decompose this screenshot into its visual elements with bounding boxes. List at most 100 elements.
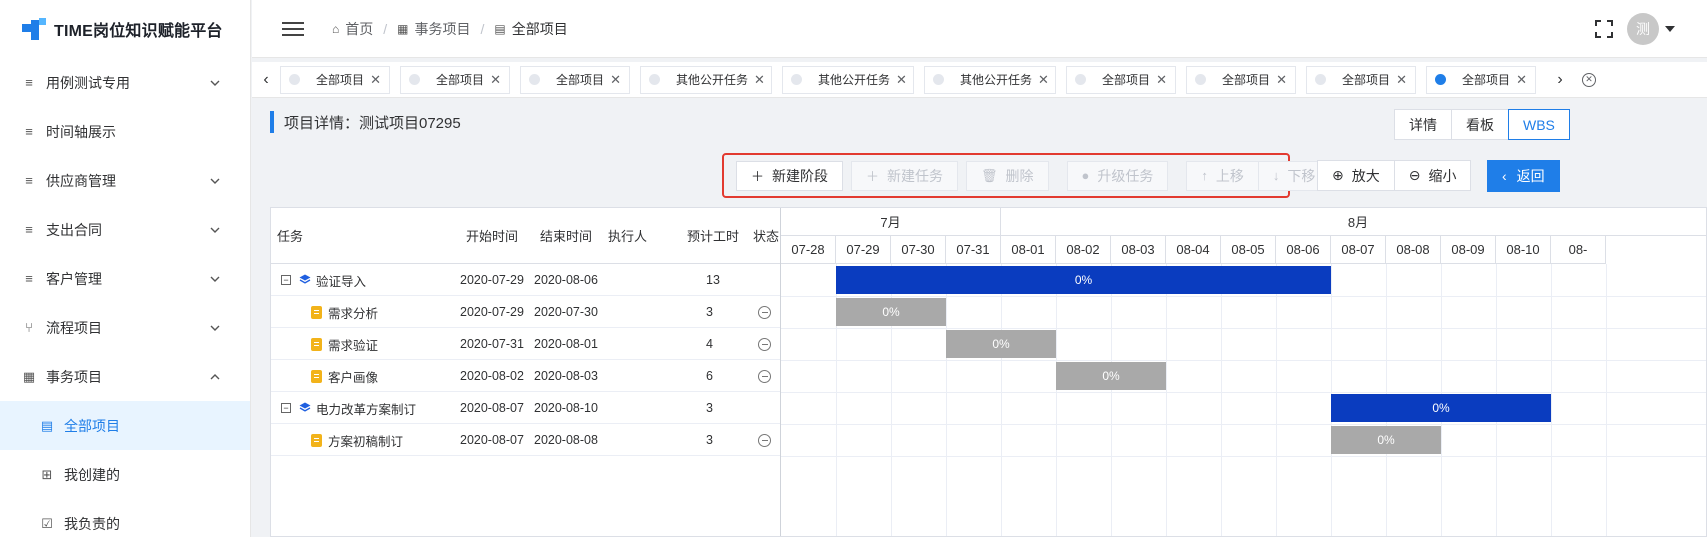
tab[interactable]: 全部项目 ✕ <box>520 65 630 94</box>
close-icon[interactable]: ✕ <box>1156 72 1167 88</box>
timeline-day: 08-02 <box>1056 236 1111 264</box>
grid-line <box>1276 264 1277 536</box>
grid-body: − 验证导入 2020-07-29 2020-08-06 13 需求分析 2020-07-2… <box>271 264 780 456</box>
tab-list: 全部项目 ✕ 全部项目 ✕ 全部项目 ✕ 其他公开任务 ✕ 其他公开任务 ✕ 其他公开任务 ✕ 全部项目… <box>280 65 1546 94</box>
view-kanban-button[interactable]: 看板 <box>1451 109 1509 140</box>
tab[interactable]: 全部项目 ✕ <box>1426 65 1536 94</box>
delete-button[interactable]: 🗑 删除 <box>966 160 1049 191</box>
sidebar-item-label: 流程项目 <box>46 319 102 336</box>
timeline-day: 08-05 <box>1221 236 1276 264</box>
tab[interactable]: 其他公开任务 ✕ <box>924 65 1056 94</box>
zoom-in-button[interactable]: ⊕ 放大 <box>1317 160 1395 191</box>
close-icon[interactable]: ✕ <box>1516 72 1527 88</box>
sidebar-item[interactable]: ≡ 用例测试专用 <box>0 58 250 107</box>
tab-label: 其他公开任务 <box>960 73 1033 87</box>
back-label: 返回 <box>1516 168 1545 184</box>
tab-scroll-left-icon[interactable]: ‹ <box>252 62 280 98</box>
plus-icon: ＋ <box>866 169 880 184</box>
close-icon[interactable]: ✕ <box>1276 72 1287 88</box>
table-row[interactable]: 需求验证 2020-07-31 2020-08-01 4 <box>271 328 780 360</box>
list-icon: ≡ <box>25 124 33 139</box>
table-row[interactable]: − 电力改革方案制订 2020-08-07 2020-08-10 3 <box>271 392 780 424</box>
tab[interactable]: 其他公开任务 ✕ <box>640 65 772 94</box>
task-bar[interactable]: 0% <box>1331 426 1441 454</box>
tab[interactable]: 其他公开任务 ✕ <box>782 65 914 94</box>
sidebar-subitem-label: 我负责的 <box>64 515 120 532</box>
grid-header: 任务 开始时间 结束时间 执行人 预计工时 状态 <box>271 208 780 264</box>
avatar[interactable]: 测 <box>1627 12 1659 45</box>
task-bar[interactable]: 0% <box>946 330 1056 358</box>
layers-icon <box>299 274 311 284</box>
grid-line <box>781 296 1706 297</box>
back-button[interactable]: ‹ 返回 <box>1487 160 1560 192</box>
task-bar[interactable]: 0% <box>836 298 946 326</box>
tab[interactable]: 全部项目 ✕ <box>1066 65 1176 94</box>
sidebar-item[interactable]: ▦ 事务项目 <box>0 352 250 401</box>
task-bar[interactable]: 0% <box>1056 362 1166 390</box>
sidebar-item[interactable]: ≡ 时间轴展示 <box>0 107 250 156</box>
minus-circle-icon[interactable] <box>758 305 771 319</box>
table-row[interactable]: 需求分析 2020-07-29 2020-07-30 3 <box>271 296 780 328</box>
stage-bar[interactable]: 0% <box>1331 394 1551 422</box>
table-row[interactable]: 方案初稿制订 2020-08-07 2020-08-08 3 <box>271 424 780 456</box>
task-grid: 任务 开始时间 结束时间 执行人 预计工时 状态 − 验证导入 2020-07-29… <box>271 208 781 536</box>
view-wbs-button[interactable]: WBS <box>1508 109 1570 140</box>
collapse-icon[interactable]: − <box>281 403 291 413</box>
grid-line <box>1606 264 1607 536</box>
close-icon[interactable]: ✕ <box>896 72 907 88</box>
close-icon[interactable]: ✕ <box>610 72 621 88</box>
upgrade-task-button[interactable]: ● 升级任务 <box>1066 160 1169 191</box>
table-row[interactable]: 客户画像 2020-08-02 2020-08-03 6 <box>271 360 780 392</box>
close-icon[interactable]: ✕ <box>490 72 501 88</box>
table-row[interactable]: − 验证导入 2020-07-29 2020-08-06 13 <box>271 264 780 296</box>
collapse-icon[interactable]: − <box>281 275 291 285</box>
flow-icon: ⑂ <box>25 320 33 335</box>
fullscreen-icon[interactable] <box>1595 19 1613 38</box>
sidebar-subitem[interactable]: ▤ 全部项目 <box>0 401 250 450</box>
sidebar-item[interactable]: ≡ 供应商管理 <box>0 156 250 205</box>
close-all-tabs-icon[interactable]: ✕ <box>1582 72 1596 87</box>
minus-circle-icon[interactable] <box>758 337 771 351</box>
task-name: 需求验证 <box>328 338 379 353</box>
breadcrumb-home[interactable]: ⌂ 首页 <box>332 19 373 39</box>
timeline-day: 07-28 <box>781 236 836 264</box>
close-icon[interactable]: ✕ <box>370 72 381 88</box>
close-icon[interactable]: ✕ <box>754 72 765 88</box>
plus-icon: ＋ <box>751 169 765 184</box>
zoom-controls: ⊕ 放大 ⊖ 缩小 <box>1317 160 1472 191</box>
new-stage-button[interactable]: ＋ 新建阶段 <box>736 160 844 191</box>
stage-bar[interactable]: 0% <box>836 266 1331 294</box>
app-logo: TIME岗位知识赋能平台 <box>0 0 250 58</box>
minus-circle-icon[interactable] <box>758 433 771 447</box>
tab[interactable]: 全部项目 ✕ <box>1186 65 1296 94</box>
move-up-button[interactable]: ↑ 上移 <box>1186 160 1259 191</box>
view-detail-button[interactable]: 详情 <box>1394 109 1452 140</box>
sidebar-item[interactable]: ≡ 支出合同 <box>0 205 250 254</box>
grid-line <box>781 328 1706 329</box>
menu-toggle-icon[interactable] <box>282 18 304 40</box>
estimated-hours: 13 <box>706 273 720 287</box>
status-cell <box>758 296 771 328</box>
sidebar-item[interactable]: ≡ 客户管理 <box>0 254 250 303</box>
minus-circle-icon[interactable] <box>758 369 771 383</box>
home-icon: ⌂ <box>332 21 340 36</box>
close-icon[interactable]: ✕ <box>1396 72 1407 88</box>
top-header: ⌂ 首页 / ▦ 事务项目 / ▤ 全部项目 测 <box>252 0 1707 58</box>
tab[interactable]: 全部项目 ✕ <box>1306 65 1416 94</box>
tab-bar: ‹ 全部项目 ✕ 全部项目 ✕ 全部项目 ✕ 其他公开任务 ✕ 其他公开任务 ✕ 其他公开任务 ✕ 全部… <box>252 62 1707 98</box>
sidebar-subitem[interactable]: ☑ 我负责的 <box>0 499 250 537</box>
tab[interactable]: 全部项目 ✕ <box>400 65 510 94</box>
tab-scroll-right-icon[interactable]: › <box>1546 62 1574 98</box>
grid-line <box>946 264 947 536</box>
caret-down-icon[interactable] <box>1665 25 1675 32</box>
zoom-out-button[interactable]: ⊖ 缩小 <box>1393 160 1472 191</box>
timeline-day: 08-09 <box>1441 236 1496 264</box>
new-task-button[interactable]: ＋ 新建任务 <box>851 160 959 191</box>
sidebar-subitem[interactable]: ⊞ 我创建的 <box>0 450 250 499</box>
sidebar-item[interactable]: ⑂ 流程项目 <box>0 303 250 352</box>
tab[interactable]: 全部项目 ✕ <box>280 65 390 94</box>
breadcrumb-affairs[interactable]: ▦ 事务项目 <box>397 19 470 39</box>
close-icon[interactable]: ✕ <box>1038 72 1049 88</box>
tab-status-dot <box>933 74 944 85</box>
sidebar-item-label: 时间轴展示 <box>46 123 116 140</box>
